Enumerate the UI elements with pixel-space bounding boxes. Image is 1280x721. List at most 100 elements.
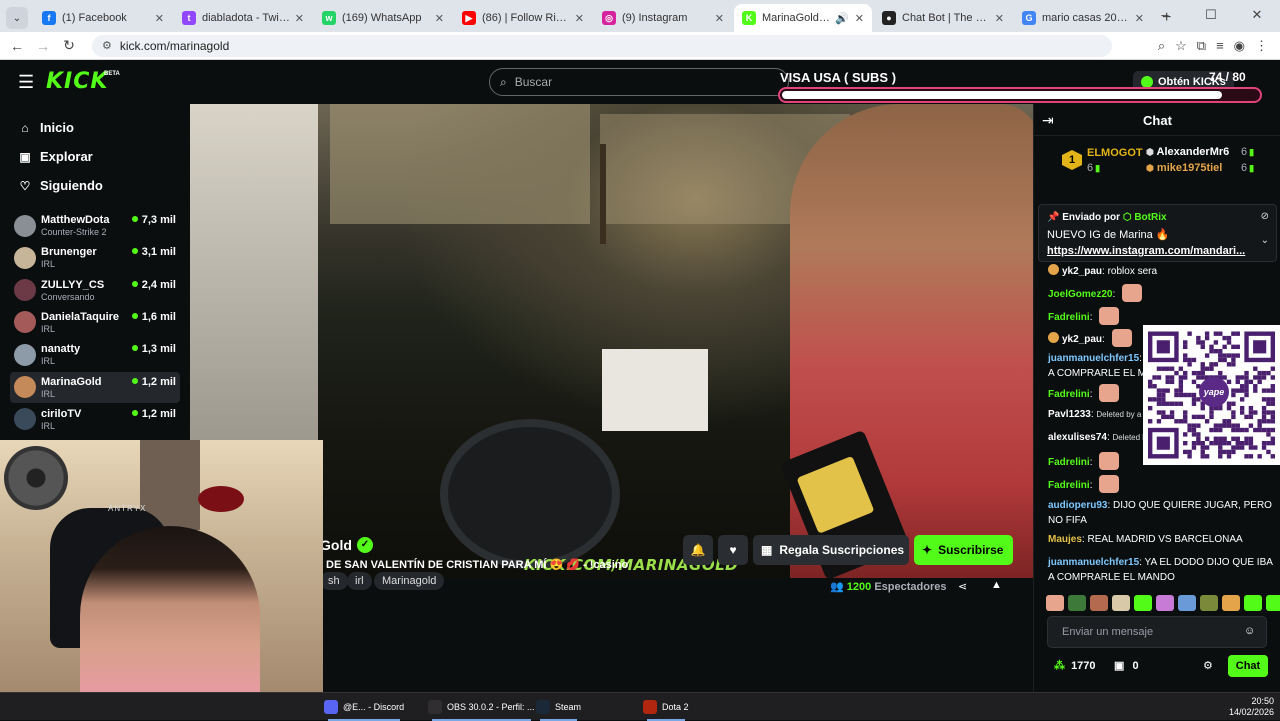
emote-icon[interactable] xyxy=(1244,595,1262,611)
notifications-button[interactable]: 🔔 xyxy=(683,535,713,565)
channel-name[interactable]: Gold xyxy=(320,537,352,553)
profile-icon[interactable]: ◉ xyxy=(1234,38,1245,54)
emote-icon[interactable] xyxy=(1200,595,1218,611)
media-controls-icon[interactable]: ≡ xyxy=(1216,38,1224,54)
menu-icon[interactable]: ☰ xyxy=(18,72,34,93)
tab-search-button[interactable]: ⌄ xyxy=(6,7,28,29)
pinned-link[interactable]: https://www.instagram.com/mandari... xyxy=(1047,245,1247,257)
followed-channel[interactable]: MatthewDota Counter-Strike 2 7,3 mil xyxy=(10,210,180,241)
chat-emote-icon xyxy=(1122,284,1143,302)
browser-tab[interactable]: K MarinaGold Stream - 🔊 ✕ xyxy=(734,4,872,32)
nav-inicio[interactable]: ⌂ Inicio xyxy=(16,120,74,135)
chat-username[interactable]: juanmanuelchfer15 xyxy=(1048,353,1139,364)
followed-channel[interactable]: ZULLYY_CS Conversando 2,4 mil xyxy=(10,275,180,306)
chat-username[interactable]: Fadrelini xyxy=(1048,457,1090,468)
minimize-button[interactable]: – xyxy=(1142,0,1188,32)
browser-tab[interactable]: f (1) Facebook ✕ xyxy=(34,4,172,32)
pinned-message: 📌 Enviado por ⬡ BotRix NUEVO IG de Marin… xyxy=(1038,204,1277,262)
chat-username[interactable]: JoelGomez20 xyxy=(1048,289,1112,300)
close-tab-icon[interactable]: ✕ xyxy=(295,12,304,25)
bookmark-star-icon[interactable]: ☆ xyxy=(1175,38,1187,54)
browser-tab[interactable]: Gmario casas 2026 - Busca✕ xyxy=(1014,4,1152,32)
chat-username[interactable]: audioperu93 xyxy=(1048,500,1107,511)
chat-username[interactable]: Fadrelini xyxy=(1048,312,1090,323)
emote-icon[interactable] xyxy=(1134,595,1152,611)
channel-points[interactable]: ⁂ 1770 xyxy=(1054,659,1096,672)
close-tab-icon[interactable]: ✕ xyxy=(155,12,164,25)
stream-tag[interactable]: irl xyxy=(347,572,372,590)
close-tab-icon[interactable]: ✕ xyxy=(995,12,1004,25)
chat-username[interactable]: yk2_pau xyxy=(1062,334,1102,345)
emote-icon[interactable] xyxy=(1266,595,1280,611)
kick-logo[interactable]: KICK xyxy=(46,69,108,94)
emote-icon[interactable] xyxy=(1046,595,1064,611)
emote-icon[interactable] xyxy=(1068,595,1086,611)
followed-channel[interactable]: MarinaGold IRL 1,2 mil xyxy=(10,371,180,403)
close-tab-icon[interactable]: ✕ xyxy=(435,12,444,25)
gear-icon[interactable]: ⚙ xyxy=(1203,659,1213,672)
chat-message-input[interactable]: Enviar un mensaje xyxy=(1047,616,1267,648)
taskbar-app[interactable]: Dota 2 xyxy=(643,698,689,721)
followed-channel[interactable]: DanielaTaquire IRL 1,6 mil xyxy=(10,307,180,338)
chat-username[interactable]: Fadrelini xyxy=(1048,480,1090,491)
browser-tab[interactable]: w (169) WhatsApp ✕ xyxy=(314,4,452,32)
site-info-icon[interactable]: ⚙ xyxy=(102,39,112,52)
browser-tab[interactable]: ▶ (86) | Follow Rivers - Lykk ✕ xyxy=(454,4,592,32)
search-input[interactable]: ⌕ Buscar xyxy=(489,68,789,96)
close-window-button[interactable]: ✕ xyxy=(1234,0,1280,32)
taskbar-app[interactable]: @E... - Discord xyxy=(324,698,404,721)
chevron-down-icon[interactable]: ⌄ xyxy=(1261,235,1269,246)
share-icon[interactable]: ⋖ xyxy=(958,580,967,593)
stream-tag[interactable]: sh xyxy=(320,572,348,590)
followed-channel[interactable]: ciriloTV IRL 1,2 mil xyxy=(10,404,180,435)
emote-icon[interactable] xyxy=(1090,595,1108,611)
leader-3[interactable]: ⬢ mike1975tiel xyxy=(1146,162,1222,174)
taskbar-app[interactable]: Steam xyxy=(536,698,581,721)
unpin-icon[interactable]: ⊘ xyxy=(1261,211,1269,222)
taskbar-app[interactable]: OBS 30.0.2 - Perfil: ... xyxy=(428,698,535,721)
shield-icon: ⬢ xyxy=(1146,147,1154,157)
browser-tab[interactable]: ● Chat Bot | The best ChatB ✕ xyxy=(874,4,1012,32)
gift-subs-button[interactable]: ▦ Regala Suscripciones xyxy=(753,535,909,565)
chat-send-button[interactable]: Chat xyxy=(1228,655,1268,677)
follow-button[interactable]: ♥ xyxy=(718,535,748,565)
emote-icon[interactable] xyxy=(1178,595,1196,611)
close-tab-icon[interactable]: ✕ xyxy=(575,12,584,25)
back-button[interactable]: ← xyxy=(4,38,30,54)
stream-tag[interactable]: Marinagold xyxy=(374,572,445,590)
chat-username[interactable]: Maujes xyxy=(1048,534,1082,545)
nav-explorar[interactable]: ▣ Explorar xyxy=(16,149,92,164)
tab-audio-icon[interactable]: 🔊 xyxy=(835,12,849,25)
gift-count[interactable]: ▣ 0 xyxy=(1114,659,1139,672)
reload-button[interactable]: ↻ xyxy=(56,37,82,54)
emote-icon[interactable] xyxy=(1222,595,1240,611)
chat-username[interactable]: Pavl1233 xyxy=(1048,409,1091,420)
browser-tab[interactable]: ◎ (9) Instagram ✕ xyxy=(594,4,732,32)
browser-tab[interactable]: t diabladota - Twitch ✕ xyxy=(174,4,312,32)
followed-channel[interactable]: nanatty IRL 1,3 mil xyxy=(10,339,180,370)
emote-icon[interactable] xyxy=(1156,595,1174,611)
chat-username[interactable]: Fadrelini xyxy=(1048,389,1090,400)
leader-2[interactable]: ⬢ AlexanderMr6 xyxy=(1146,146,1229,158)
emote-icon[interactable] xyxy=(1112,595,1130,611)
report-icon[interactable]: ▲ xyxy=(991,579,1002,591)
system-clock[interactable]: 20:50 14/02/2026 xyxy=(1229,696,1274,718)
close-tab-icon[interactable]: ✕ xyxy=(855,12,864,25)
extensions-icon[interactable]: ⧉ xyxy=(1197,38,1206,54)
url-field[interactable]: ⚙ kick.com/marinagold xyxy=(92,34,1112,57)
followed-channel[interactable]: Brunenger IRL 3,1 mil xyxy=(10,242,180,273)
browser-menu-icon[interactable]: ⋮ xyxy=(1255,38,1268,54)
nav-siguiendo[interactable]: ♡ Siguiendo xyxy=(16,178,103,193)
emoji-icon[interactable]: ☺ xyxy=(1244,625,1255,637)
chat-username[interactable]: yk2_pau xyxy=(1062,266,1102,277)
zoom-icon[interactable]: ⌕ xyxy=(1158,38,1165,54)
forward-button[interactable]: → xyxy=(30,38,56,54)
subscribe-button[interactable]: ✦ Suscribirse xyxy=(914,535,1013,565)
subscribe-label: Suscribirse xyxy=(938,543,1004,557)
leader-1[interactable]: ELMOGOT xyxy=(1087,147,1143,159)
close-tab-icon[interactable]: ✕ xyxy=(715,12,724,25)
maximize-button[interactable]: ☐ xyxy=(1188,0,1234,32)
chat-username[interactable]: alexulises74 xyxy=(1048,432,1107,443)
window-controls: – ☐ ✕ xyxy=(1142,0,1280,32)
chat-username[interactable]: juanmanuelchfer15 xyxy=(1048,557,1139,568)
